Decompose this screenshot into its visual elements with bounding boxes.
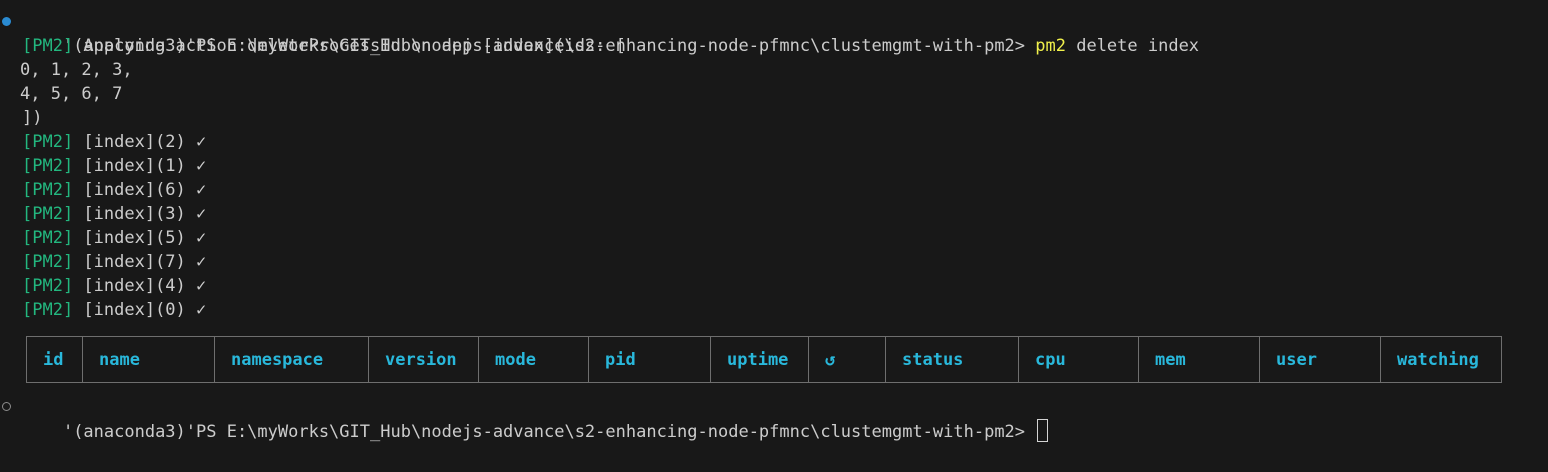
- column-header-watching: watching: [1380, 336, 1502, 383]
- text-cursor: [1037, 419, 1049, 442]
- process-table: id name namespace version mode pid uptim…: [26, 336, 1548, 383]
- column-header-user: user: [1259, 336, 1381, 383]
- output-line: [PM2] [index](6) ✓: [0, 178, 1548, 202]
- deleted-process: [index](4) ✓: [73, 276, 207, 296]
- output-line: [PM2] [index](1) ✓: [0, 154, 1548, 178]
- deleted-process: [index](3) ✓: [73, 204, 207, 224]
- column-header-name: name: [82, 336, 215, 383]
- output-line: [PM2] Applying action deleteProcessId on…: [0, 34, 1548, 58]
- prompt-line[interactable]: '(anaconda3)'PS E:\myWorks\GIT_Hub\nodej…: [0, 395, 1548, 442]
- deleted-process: [index](2) ✓: [73, 132, 207, 152]
- column-header-cpu: cpu: [1018, 336, 1139, 383]
- column-header-status: status: [885, 336, 1019, 383]
- output-line: [PM2] [index](0) ✓: [0, 298, 1548, 322]
- ids-line: 4, 5, 6, 7: [20, 84, 123, 104]
- deleted-process: [index](1) ✓: [73, 156, 207, 176]
- deleted-process: [index](7) ✓: [73, 252, 207, 272]
- column-header-mode: mode: [478, 336, 589, 383]
- output-line: [PM2] [index](4) ✓: [0, 274, 1548, 298]
- output-line: 4, 5, 6, 7: [0, 82, 1548, 106]
- command-success-icon[interactable]: [2, 17, 11, 26]
- terminal-output: '(anaconda3)'PS E:\myWorks\GIT_Hub\nodej…: [0, 10, 1548, 442]
- deleted-process: [index](6) ✓: [73, 180, 207, 200]
- column-header-version: version: [368, 336, 479, 383]
- column-header-restarts: ↺: [808, 336, 886, 383]
- close-bracket: ]): [22, 108, 43, 128]
- pm2-tag: [PM2]: [22, 252, 74, 272]
- command-line: '(anaconda3)'PS E:\myWorks\GIT_Hub\nodej…: [0, 10, 1548, 56]
- deleted-process: [index](0) ✓: [73, 300, 207, 320]
- column-header-id: id: [43, 349, 64, 370]
- pm2-tag: [PM2]: [22, 228, 74, 248]
- pm2-tag: [PM2]: [22, 300, 74, 320]
- column-header-uptime: uptime: [710, 336, 809, 383]
- deleted-process: [index](5) ✓: [73, 228, 207, 248]
- column-header-pid: pid: [588, 336, 711, 383]
- table-header-row: id name namespace version mode pid uptim…: [27, 336, 1502, 383]
- output-line: [PM2] [index](7) ✓: [0, 250, 1548, 274]
- output-line: 0, 1, 2, 3,: [0, 58, 1548, 82]
- output-line: [PM2] [index](3) ✓: [0, 202, 1548, 226]
- pm2-tag: [PM2]: [22, 36, 74, 56]
- pm2-tag: [PM2]: [22, 132, 74, 152]
- output-line: [PM2] [index](2) ✓: [0, 130, 1548, 154]
- prompt-idle-icon[interactable]: [2, 402, 11, 411]
- pm2-tag: [PM2]: [22, 180, 74, 200]
- pm2-tag: [PM2]: [22, 204, 74, 224]
- action-text: Applying action deleteProcessId on app […: [73, 36, 626, 56]
- output-line: ]): [0, 106, 1548, 130]
- pm2-tag: [PM2]: [22, 276, 74, 296]
- ids-line: 0, 1, 2, 3,: [20, 60, 133, 80]
- output-line: [PM2] [index](5) ✓: [0, 226, 1548, 250]
- column-header-mem: mem: [1138, 336, 1260, 383]
- pm2-tag: [PM2]: [22, 156, 74, 176]
- column-header-namespace: namespace: [214, 336, 369, 383]
- shell-prompt: '(anaconda3)'PS E:\myWorks\GIT_Hub\nodej…: [62, 422, 1036, 442]
